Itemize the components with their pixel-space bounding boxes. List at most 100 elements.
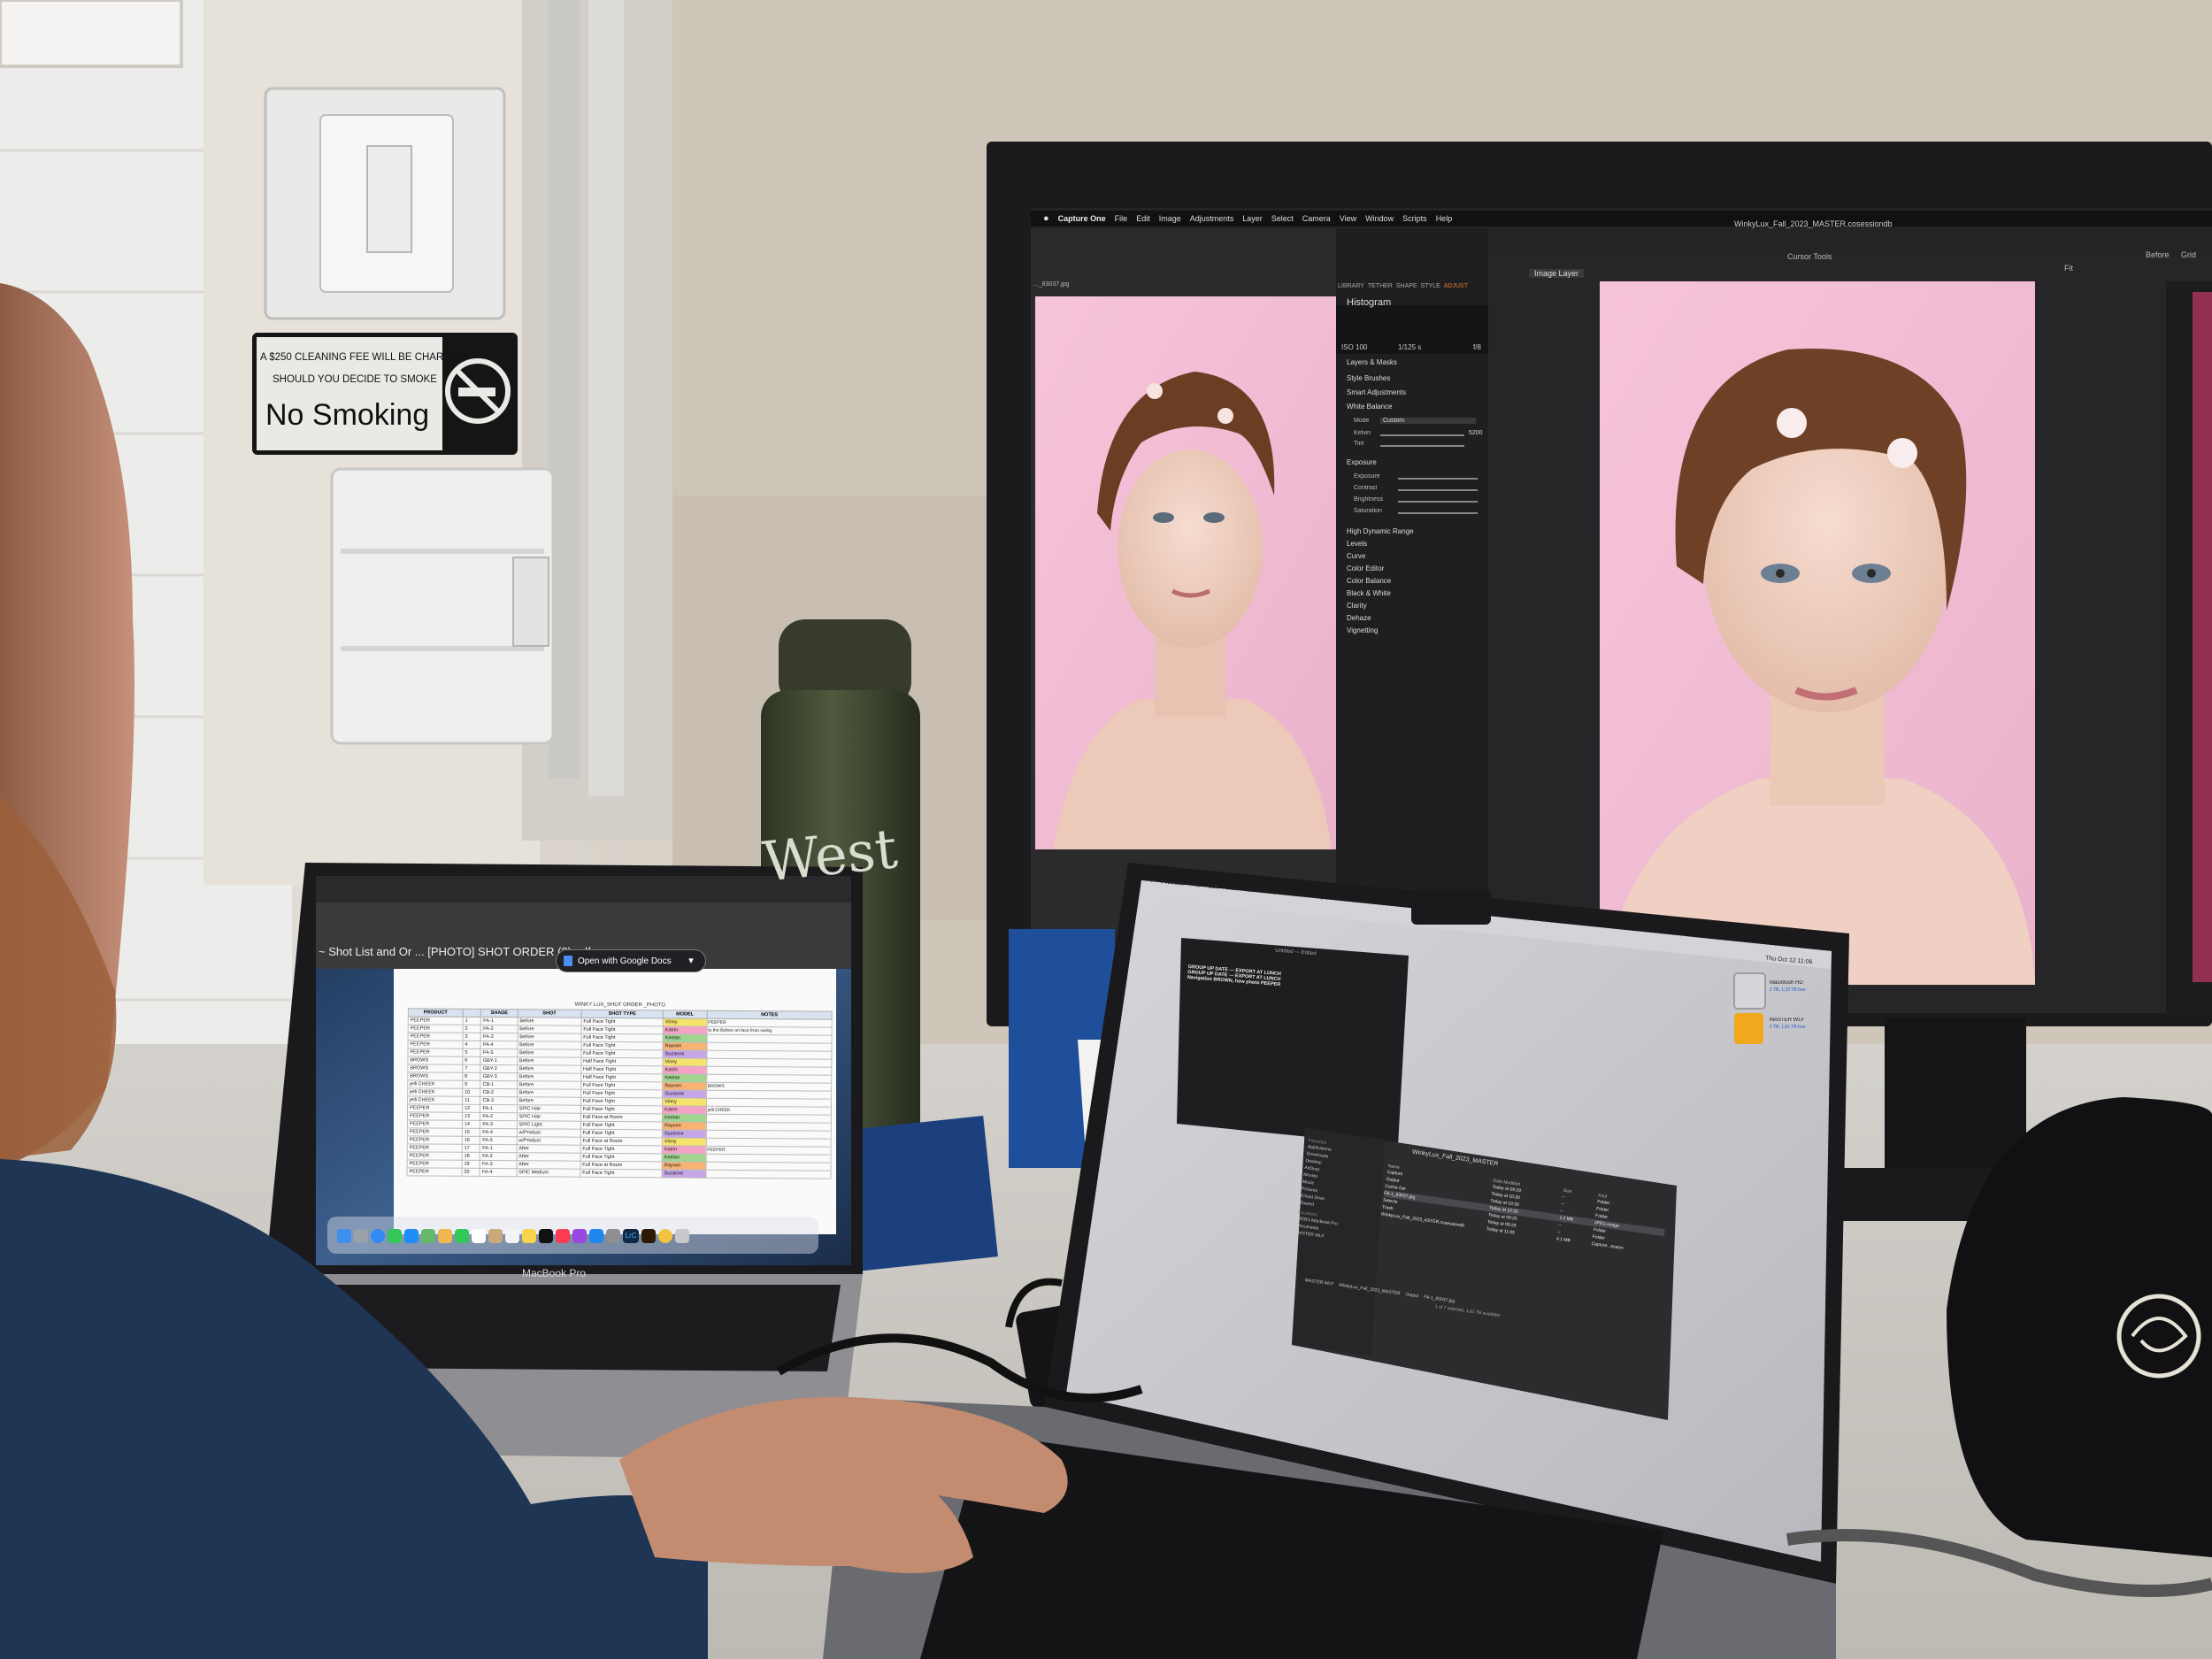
menu-view-right[interactable]: View [1225,885,1240,892]
launchpad-dock-icon[interactable] [354,1229,368,1243]
panel-white-balance[interactable]: White Balance [1347,403,1393,411]
menu-help[interactable]: Help [1436,214,1453,223]
table-cell: jelli CHEEK [407,1079,463,1089]
menu-image[interactable]: Image [1159,214,1181,223]
table-cell: Suzanne [662,1169,706,1179]
table-cell: PEEPER [407,1111,463,1121]
exposure-slider[interactable] [1398,478,1478,480]
kelvin-label: Kelvin [1354,430,1371,436]
tab-shape[interactable]: SHAPE [1396,283,1417,289]
layer-dropdown[interactable]: Image Layer [1529,269,1585,278]
trash-dock-icon[interactable] [675,1229,689,1243]
table-cell: 17 [462,1144,480,1153]
tv-dock-icon[interactable] [539,1229,553,1243]
table-cell: FA-4 [480,1128,518,1137]
tint-slider[interactable] [1380,445,1464,447]
settings-dock-icon[interactable] [606,1229,620,1243]
google-docs-icon [564,956,572,966]
chrome-dock-icon[interactable] [658,1229,672,1243]
maps-dock-icon[interactable] [421,1229,435,1243]
menu-view[interactable]: View [1340,214,1356,223]
kelvin-slider[interactable] [1380,434,1464,436]
table-cell: Before [517,1056,581,1066]
menu-help-right[interactable]: Help [1311,894,1325,901]
menu-select[interactable]: Select [1271,214,1294,223]
panel-black-white[interactable]: Black & White [1347,589,1391,597]
menu-capture-one[interactable]: Capture One [1058,214,1106,223]
podcasts-dock-icon[interactable] [572,1229,587,1243]
reminders-dock-icon[interactable] [505,1229,519,1243]
notes-dock-icon[interactable] [522,1229,536,1243]
wb-mode-dropdown[interactable]: Custom [1380,418,1476,424]
tab-adjust[interactable]: ADJUST [1444,283,1468,289]
table-cell: 18 [461,1152,480,1161]
tab-tether[interactable]: TETHER [1368,283,1393,289]
menu-adjustments[interactable]: Adjustments [1190,214,1234,223]
histogram-title[interactable]: Histogram [1347,297,1391,308]
fit-dropdown[interactable]: Fit [2064,264,2073,273]
panel-color-editor[interactable]: Color Editor [1347,565,1384,572]
messages-dock-icon[interactable] [388,1229,402,1243]
slider-brightness-label: Brightness [1354,496,1384,503]
brightness-slider[interactable] [1398,501,1478,503]
menu-file[interactable]: File [1115,214,1128,223]
menu-go[interactable]: Go [1246,887,1255,894]
table-cell: w/Product [516,1128,581,1138]
more-options-button[interactable]: ▾ [680,952,703,972]
saturation-slider[interactable] [1398,512,1478,514]
menu-file-right[interactable]: File [1191,881,1202,888]
table-cell: FA-5 [480,1048,518,1057]
panel-curve[interactable]: Curve [1347,552,1365,560]
panel-exposure[interactable]: Exposure [1347,458,1377,466]
facetime-dock-icon[interactable] [455,1229,469,1243]
table-cell: FA-1 [480,1017,518,1025]
tab-style[interactable]: STYLE [1421,283,1440,289]
grid-button[interactable]: Grid [2181,250,2196,259]
desktop-item-master-wlf[interactable]: MASTER WLF [1770,1018,1804,1023]
table-cell: Rayven [662,1161,706,1171]
safari-dock-icon[interactable] [371,1229,385,1243]
apple-menu-right-icon[interactable]: ● [1149,878,1154,884]
panel-color-balance[interactable]: Color Balance [1347,577,1391,585]
lightroom-classic-dock-icon[interactable]: LrC [623,1229,639,1243]
panel-vignetting[interactable]: Vignetting [1347,626,1378,634]
menu-edit[interactable]: Edit [1136,214,1150,223]
panel-dehaze[interactable]: Dehaze [1347,614,1371,622]
app-store-dock-icon[interactable] [589,1229,603,1243]
before-button[interactable]: Before [2146,250,2170,259]
panel-layers-masks[interactable]: Layers & Masks [1347,358,1397,366]
menu-layer[interactable]: Layer [1242,214,1263,223]
tab-library[interactable]: LIBRARY [1338,283,1364,289]
music-dock-icon[interactable] [556,1229,570,1243]
photos-dock-icon[interactable] [438,1229,452,1243]
slider-contrast-label: Contrast [1354,485,1378,491]
apple-menu-icon[interactable]: ● [1043,213,1049,224]
desktop-item-macintosh-hd[interactable]: Macintosh HD [1770,980,1803,986]
contacts-dock-icon[interactable] [488,1229,503,1243]
calendar-dock-icon[interactable] [472,1229,486,1243]
panel-style-brushes[interactable]: Style Brushes [1347,374,1390,382]
panel-hdr[interactable]: High Dynamic Range [1347,527,1414,535]
table-cell: After [516,1144,580,1154]
mail-dock-icon[interactable] [404,1229,419,1243]
panel-clarity[interactable]: Clarity [1347,602,1367,610]
panel-levels[interactable]: Levels [1347,540,1367,548]
menu-window[interactable]: Window [1365,214,1394,223]
table-cell: Before [517,1033,581,1042]
menu-camera[interactable]: Camera [1302,214,1331,223]
finder-dock-icon[interactable] [337,1229,351,1243]
contrast-slider[interactable] [1398,489,1478,491]
table-cell: FA-3 [480,1033,518,1041]
illustrator-dock-icon[interactable] [641,1229,656,1243]
table-cell: BROWS [407,1071,463,1081]
table-cell: Katrin [662,1105,707,1115]
menu-tools[interactable]: Tools [1261,888,1276,896]
dock: LrC [332,1221,814,1251]
col-product: PRODUCT [408,1008,464,1018]
menu-edit-right[interactable]: Edit [1208,883,1219,890]
table-cell: Vinny [663,1018,707,1027]
menu-scripts[interactable]: Scripts [1402,214,1427,223]
kelvin-value[interactable]: 5200 [1469,430,1483,436]
slider-exposure-label: Exposure [1354,473,1380,480]
panel-smart-adjustments[interactable]: Smart Adjustments [1347,388,1406,396]
